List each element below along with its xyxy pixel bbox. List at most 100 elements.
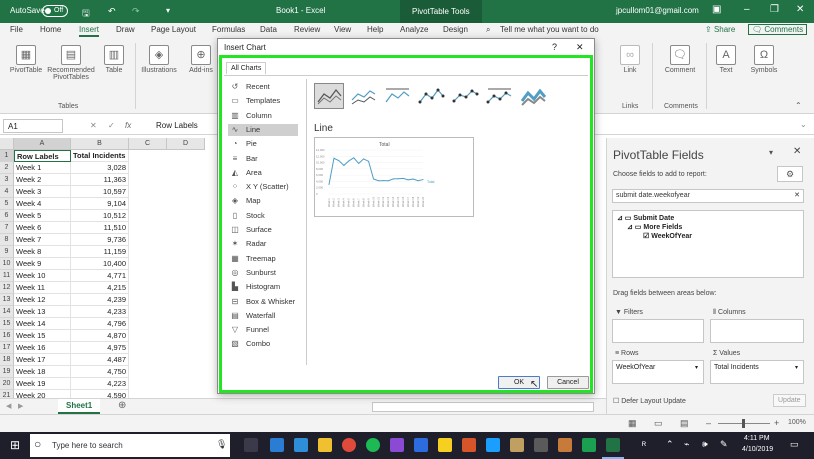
insert-function-icon[interactable]: fx xyxy=(125,121,131,130)
row-label-cell[interactable]: Week 10 xyxy=(14,270,71,282)
windows-start-icon[interactable]: ⊞ xyxy=(10,438,20,452)
show-hidden-icons-icon[interactable]: ⌃ xyxy=(666,439,674,450)
formula-content[interactable]: Row Labels xyxy=(156,121,198,130)
text-button[interactable]: A Text xyxy=(712,45,740,74)
file-explorer-icon[interactable] xyxy=(318,438,332,452)
column-header-b[interactable]: B xyxy=(71,138,129,150)
tab-analyze[interactable]: Analyze xyxy=(400,25,428,34)
people-icon[interactable]: ᴿ xyxy=(642,440,646,450)
collapse-ribbon-icon[interactable]: ⌃ xyxy=(795,101,802,110)
symbols-button[interactable]: Ω Symbols xyxy=(746,45,782,74)
value-cell[interactable]: 9,736 xyxy=(71,234,129,246)
field-weekofyear[interactable]: ☑ WeekOfYear xyxy=(643,232,692,240)
tab-view[interactable]: View xyxy=(334,25,351,34)
row-header[interactable]: 17 xyxy=(0,342,14,354)
prev-sheet-icon[interactable]: ◀ xyxy=(6,402,11,410)
row-label-cell[interactable]: Week 8 xyxy=(14,246,71,258)
sheet-tab-sheet1[interactable]: Sheet1 xyxy=(58,399,101,414)
zoom-level[interactable]: 100% xyxy=(788,419,806,426)
zoom-slider-thumb[interactable] xyxy=(742,419,745,428)
app-icon[interactable] xyxy=(558,438,572,452)
cancel-edit-icon[interactable]: ✕ xyxy=(90,121,97,130)
value-cell[interactable]: 4,796 xyxy=(71,318,129,330)
column-header-d[interactable]: D xyxy=(167,138,205,150)
new-sheet-icon[interactable]: ⊕ xyxy=(118,400,126,411)
defer-layout-checkbox[interactable]: ☐ Defer Layout Update xyxy=(613,397,686,405)
select-all-corner[interactable] xyxy=(0,138,14,150)
values-field-chip[interactable]: Total Incidents xyxy=(714,364,759,371)
tab-file[interactable]: File xyxy=(10,25,23,34)
app-icon[interactable] xyxy=(462,438,476,452)
addins-button[interactable]: ⊕ Add-ins xyxy=(186,45,216,74)
taskbar-search-box[interactable]: ○ Type here to search 🎙 xyxy=(30,434,230,457)
link-button[interactable]: ∞ Link xyxy=(616,45,644,74)
dialog-help-icon[interactable]: ? xyxy=(552,42,557,52)
clear-search-icon[interactable]: ✕ xyxy=(794,191,800,199)
dialog-close-icon[interactable]: ✕ xyxy=(576,42,584,53)
value-cell[interactable]: 4,487 xyxy=(71,354,129,366)
volume-icon[interactable]: 🕪 xyxy=(702,439,708,450)
user-email[interactable]: jpcullom01@gmail.com xyxy=(616,6,699,15)
expand-formula-bar-icon[interactable]: ⌄ xyxy=(800,120,807,129)
row-header[interactable]: 11 xyxy=(0,270,14,282)
value-cell[interactable]: 9,104 xyxy=(71,198,129,210)
save-icon[interactable]: 🖫 xyxy=(82,6,90,22)
comments-button[interactable]: 🗨 Comments xyxy=(748,24,808,35)
tab-help[interactable]: Help xyxy=(367,25,383,34)
row-label-cell[interactable]: Week 9 xyxy=(14,258,71,270)
value-cell[interactable]: 4,239 xyxy=(71,294,129,306)
tab-page-layout[interactable]: Page Layout xyxy=(151,25,196,34)
tab-design[interactable]: Design xyxy=(443,25,468,34)
column-header-c[interactable]: C xyxy=(129,138,167,150)
value-cell[interactable]: 4,975 xyxy=(71,342,129,354)
table-button[interactable]: ▥ Table xyxy=(101,45,127,74)
spotify-icon[interactable] xyxy=(366,438,380,452)
comment-button[interactable]: 🗨 Comment xyxy=(660,45,700,74)
lightbulb-search-icon[interactable]: ⌕ xyxy=(486,25,490,35)
row-label-cell[interactable]: Week 18 xyxy=(14,366,71,378)
autosave-toggle[interactable]: Off xyxy=(42,5,68,17)
rows-chip-dropdown-icon[interactable]: ▾ xyxy=(695,364,698,371)
maximize-icon[interactable]: ❐ xyxy=(770,4,779,15)
row-header[interactable]: 18 xyxy=(0,354,14,366)
app-icon[interactable] xyxy=(390,438,404,452)
row-header[interactable]: 6 xyxy=(0,210,14,222)
task-view-icon[interactable] xyxy=(244,438,258,452)
row-header[interactable]: 12 xyxy=(0,282,14,294)
page-break-view-icon[interactable]: ▤ xyxy=(680,418,689,429)
clock-time[interactable]: 4:11 PM xyxy=(744,435,770,442)
value-cell[interactable]: 11,510 xyxy=(71,222,129,234)
row-label-cell[interactable]: Week 13 xyxy=(14,306,71,318)
columns-area[interactable] xyxy=(710,319,804,343)
tell-me-box[interactable]: Tell me what you want to do xyxy=(500,25,599,34)
tab-draw[interactable]: Draw xyxy=(116,25,135,34)
value-cell[interactable]: 4,223 xyxy=(71,378,129,390)
microphone-icon[interactable]: 🎙 xyxy=(216,439,227,450)
row-header[interactable]: 19 xyxy=(0,366,14,378)
rows-area[interactable]: WeekOfYear ▾ xyxy=(612,360,704,384)
zoom-in-icon[interactable]: + xyxy=(774,418,779,428)
row-header[interactable]: 8 xyxy=(0,234,14,246)
row-label-cell[interactable]: Week 2 xyxy=(14,174,71,186)
close-window-icon[interactable]: ✕ xyxy=(796,4,804,15)
recommended-pivottables-button[interactable]: ▤ Recommended PivotTables xyxy=(46,45,96,81)
field-search-input[interactable]: submit date.weekofyear ✕ xyxy=(612,189,804,203)
share-button[interactable]: ⇪ Share xyxy=(705,25,735,34)
row-header[interactable]: 13 xyxy=(0,294,14,306)
mail-icon[interactable] xyxy=(294,438,308,452)
illustrations-button[interactable]: ◈ Illustrations xyxy=(138,45,180,74)
value-cell[interactable]: 10,597 xyxy=(71,186,129,198)
app-icon[interactable] xyxy=(582,438,596,452)
zoom-out-icon[interactable]: – xyxy=(706,418,711,428)
value-cell[interactable]: 4,215 xyxy=(71,282,129,294)
tab-data[interactable]: Data xyxy=(260,25,277,34)
page-layout-view-icon[interactable]: ▭ xyxy=(654,418,663,429)
ribbon-display-icon[interactable]: ▣ xyxy=(712,4,721,15)
row-header[interactable]: 3 xyxy=(0,174,14,186)
row-label-cell[interactable]: Week 11 xyxy=(14,282,71,294)
pane-options-icon[interactable]: ▾ xyxy=(769,148,773,157)
name-box[interactable]: A1 xyxy=(3,119,63,133)
row-header[interactable]: 1 xyxy=(0,150,14,162)
pivottable-button[interactable]: ▦ PivotTable xyxy=(8,45,44,74)
tab-insert[interactable]: Insert xyxy=(79,25,100,37)
